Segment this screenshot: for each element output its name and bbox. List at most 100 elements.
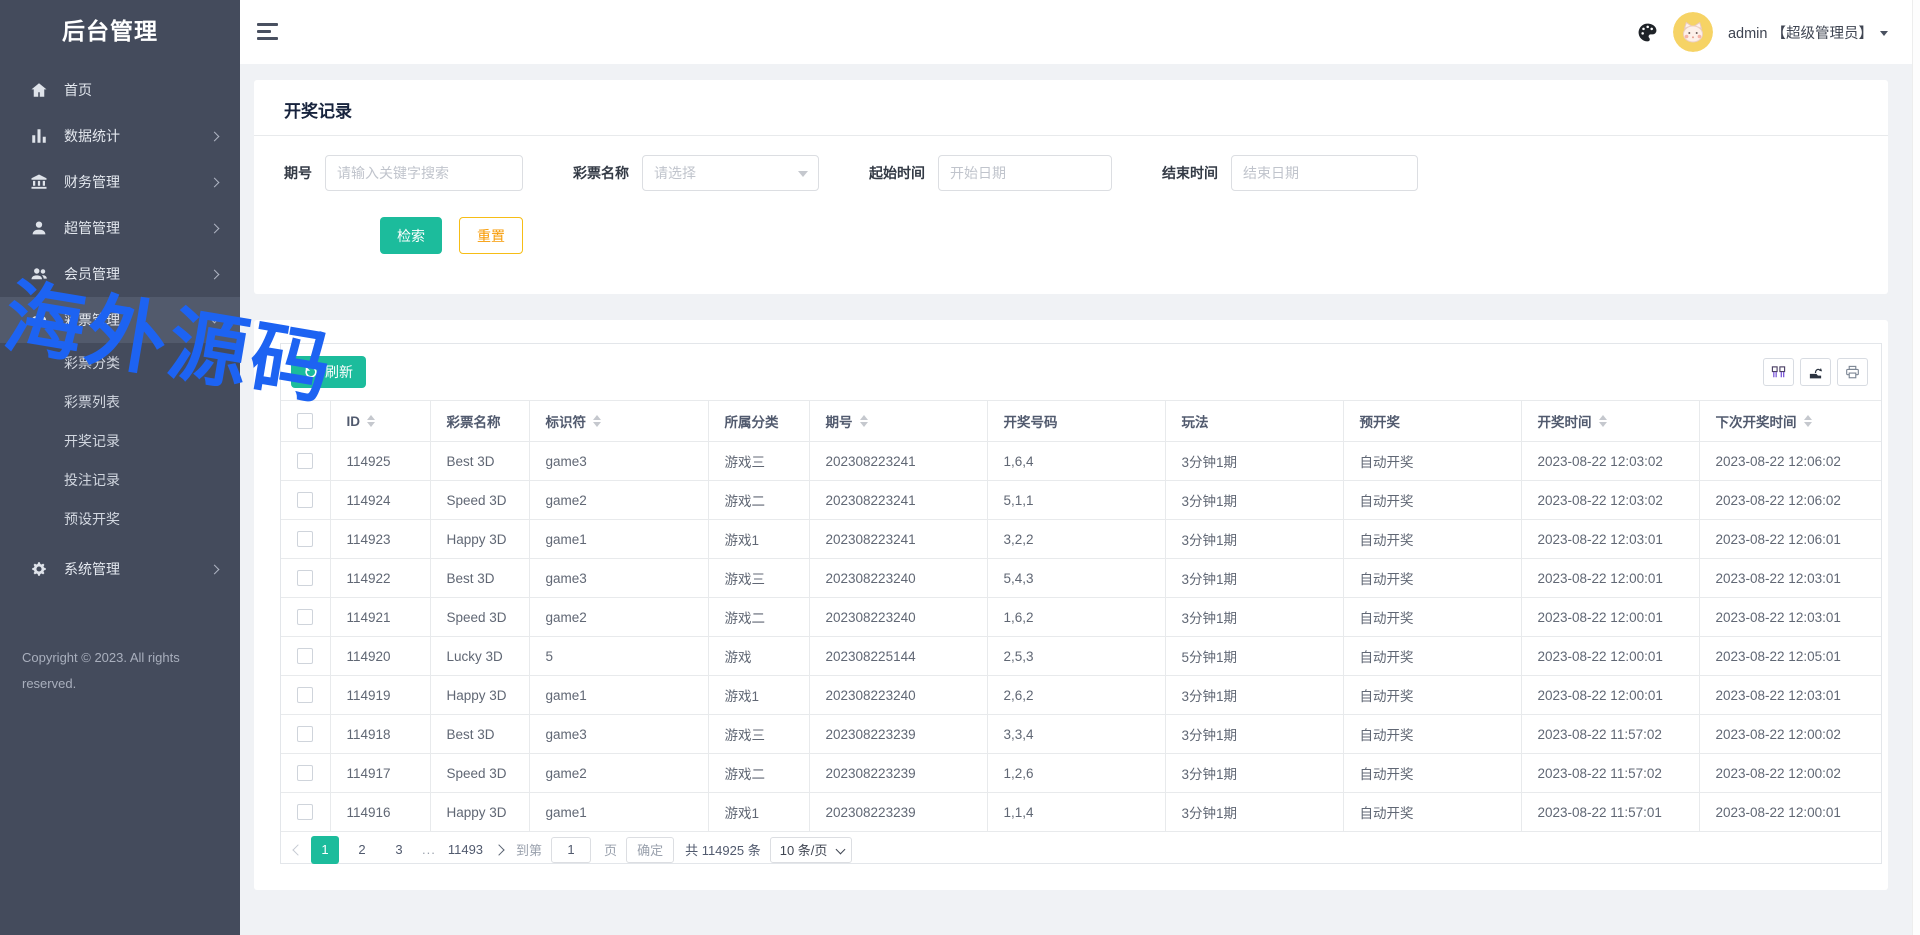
table-cell: game2	[529, 481, 708, 520]
page-size-select[interactable]: 10 条/页	[770, 837, 853, 863]
table-cell: 5,1,1	[987, 481, 1165, 520]
table-cell: 3,3,4	[987, 715, 1165, 754]
sidebar-item-lottery-list[interactable]: 彩票列表	[0, 382, 240, 421]
chevron-right-icon	[210, 223, 220, 233]
table-header-cell[interactable]: 开奖时间	[1521, 401, 1699, 442]
table-header-cell[interactable]: 标识符	[529, 401, 708, 442]
table-cell: game3	[529, 442, 708, 481]
filter-end-time: 结束时间	[1162, 155, 1418, 191]
table-row: 114921Speed 3Dgame2游戏二2023082232401,6,23…	[281, 598, 1881, 637]
table-header-cell[interactable]: 期号	[809, 401, 987, 442]
start-date-input[interactable]	[938, 155, 1112, 191]
table-header-cell[interactable]: ID	[330, 401, 430, 442]
table-cell: 202308223241	[809, 481, 987, 520]
sidebar-item-label: 超管管理	[64, 218, 211, 238]
refresh-button[interactable]: 刷新	[291, 356, 366, 388]
table-cell: 2023-08-22 12:00:02	[1699, 715, 1881, 754]
sort-icon[interactable]	[860, 415, 868, 428]
confirm-button[interactable]: 确定	[626, 837, 674, 863]
page-scrollbar[interactable]	[1912, 0, 1920, 935]
home-icon	[30, 81, 48, 99]
avatar[interactable]	[1673, 12, 1713, 52]
table-cell: 游戏1	[708, 676, 809, 715]
page-button[interactable]: 3	[385, 836, 413, 864]
admin-dropdown[interactable]: admin 【超级管理员】	[1728, 22, 1888, 43]
lottery-name-select[interactable]: 请选择	[642, 155, 819, 191]
table-cell: 游戏	[708, 637, 809, 676]
sidebar-item-finance[interactable]: 财务管理	[0, 159, 240, 205]
export-icon[interactable]	[1800, 358, 1831, 386]
table-cell: 114924	[330, 481, 430, 520]
row-checkbox[interactable]	[297, 804, 313, 820]
sidebar-item-lottery-category[interactable]: 彩票分类	[0, 343, 240, 382]
sidebar-item-draw-records[interactable]: 开奖记录	[0, 421, 240, 460]
theme-palette-icon[interactable]	[1637, 22, 1658, 43]
sort-icon[interactable]	[593, 415, 601, 428]
sidebar-item-superadmin[interactable]: 超管管理	[0, 205, 240, 251]
sidebar-menu: 首页 数据统计 财务管理 超管管理 会员管理 彩票管理	[0, 64, 240, 592]
table-cell: 自动开奖	[1343, 637, 1521, 676]
table-cell: 114917	[330, 754, 430, 793]
sidebar-item-lottery[interactable]: 彩票管理	[0, 297, 240, 343]
row-checkbox[interactable]	[297, 453, 313, 469]
table-row: 114924Speed 3Dgame2游戏二2023082232415,1,13…	[281, 481, 1881, 520]
select-all-checkbox[interactable]	[297, 413, 313, 429]
reset-button[interactable]: 重置	[459, 217, 523, 254]
row-checkbox[interactable]	[297, 648, 313, 664]
row-select-cell	[281, 481, 330, 520]
page-button[interactable]: 1	[311, 836, 339, 864]
select-all-header-cell	[281, 401, 330, 442]
table-cell: 202308223239	[809, 754, 987, 793]
sidebar-item-members[interactable]: 会员管理	[0, 251, 240, 297]
sidebar-item-home[interactable]: 首页	[0, 67, 240, 113]
table-cell: 5	[529, 637, 708, 676]
row-select-cell	[281, 793, 330, 832]
next-page-button[interactable]	[493, 844, 504, 855]
row-checkbox[interactable]	[297, 765, 313, 781]
search-button[interactable]: 检索	[380, 217, 442, 254]
page-button[interactable]: 2	[348, 836, 376, 864]
sidebar-item-preset-draw[interactable]: 预设开奖	[0, 499, 240, 538]
sort-icon[interactable]	[1599, 415, 1607, 428]
table-header-cell[interactable]: 下次开奖时间	[1699, 401, 1881, 442]
sidebar-toggle-button[interactable]	[257, 23, 279, 44]
table-cell: 114921	[330, 598, 430, 637]
table-cell: 2,5,3	[987, 637, 1165, 676]
row-checkbox[interactable]	[297, 687, 313, 703]
goto-page-input[interactable]	[551, 837, 591, 863]
sidebar-item-label: 首页	[64, 80, 220, 100]
table-cell: 3分钟1期	[1165, 442, 1343, 481]
prev-page-button[interactable]	[292, 844, 303, 855]
sidebar-item-bet-records[interactable]: 投注记录	[0, 460, 240, 499]
print-icon[interactable]	[1837, 358, 1868, 386]
sort-icon[interactable]	[367, 415, 375, 428]
end-date-input[interactable]	[1231, 155, 1418, 191]
row-checkbox[interactable]	[297, 609, 313, 625]
table-card: 刷新	[254, 320, 1888, 890]
refresh-icon	[304, 365, 318, 379]
row-checkbox[interactable]	[297, 570, 313, 586]
page-unit-label: 页	[604, 840, 617, 859]
table-cell: 114919	[330, 676, 430, 715]
row-checkbox[interactable]	[297, 531, 313, 547]
page-button[interactable]: 11493	[445, 836, 486, 864]
columns-icon[interactable]	[1763, 358, 1794, 386]
table-header-cell: 开奖号码	[987, 401, 1165, 442]
table-cell: 202308223240	[809, 676, 987, 715]
table-cell: 2023-08-22 12:00:01	[1699, 793, 1881, 832]
table-cell: 游戏三	[708, 559, 809, 598]
row-checkbox[interactable]	[297, 492, 313, 508]
row-checkbox[interactable]	[297, 726, 313, 742]
select-caret-icon	[798, 171, 808, 177]
table-cell: 自动开奖	[1343, 559, 1521, 598]
sidebar-item-system[interactable]: 系统管理	[0, 546, 240, 592]
table-cell: Speed 3D	[430, 754, 529, 793]
table-cell: 202308223240	[809, 559, 987, 598]
sidebar-item-statistics[interactable]: 数据统计	[0, 113, 240, 159]
issue-search-input[interactable]	[325, 155, 523, 191]
sidebar-item-label: 系统管理	[64, 559, 211, 579]
sort-icon[interactable]	[1804, 415, 1812, 428]
table-row: 114922Best 3Dgame3游戏三2023082232405,4,33分…	[281, 559, 1881, 598]
table-cell: 2023-08-22 12:06:02	[1699, 442, 1881, 481]
table-row: 114918Best 3Dgame3游戏三2023082232393,3,43分…	[281, 715, 1881, 754]
